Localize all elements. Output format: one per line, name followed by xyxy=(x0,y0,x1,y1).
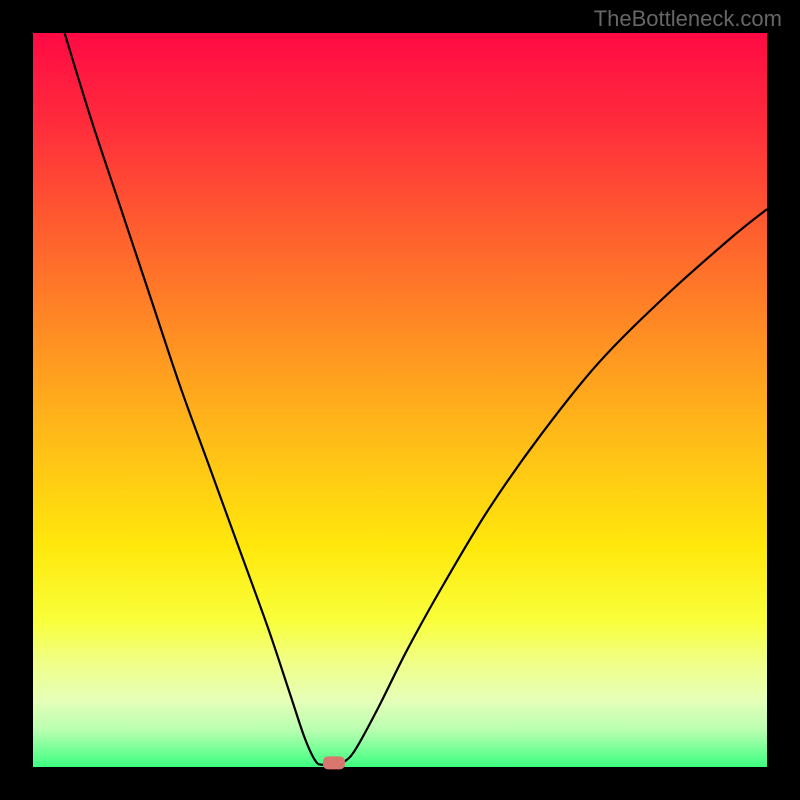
watermark-text: TheBottleneck.com xyxy=(594,6,782,32)
optimum-marker xyxy=(323,756,345,769)
chart-svg xyxy=(0,0,800,800)
bottleneck-chart: TheBottleneck.com xyxy=(0,0,800,800)
plot-background xyxy=(33,33,767,767)
